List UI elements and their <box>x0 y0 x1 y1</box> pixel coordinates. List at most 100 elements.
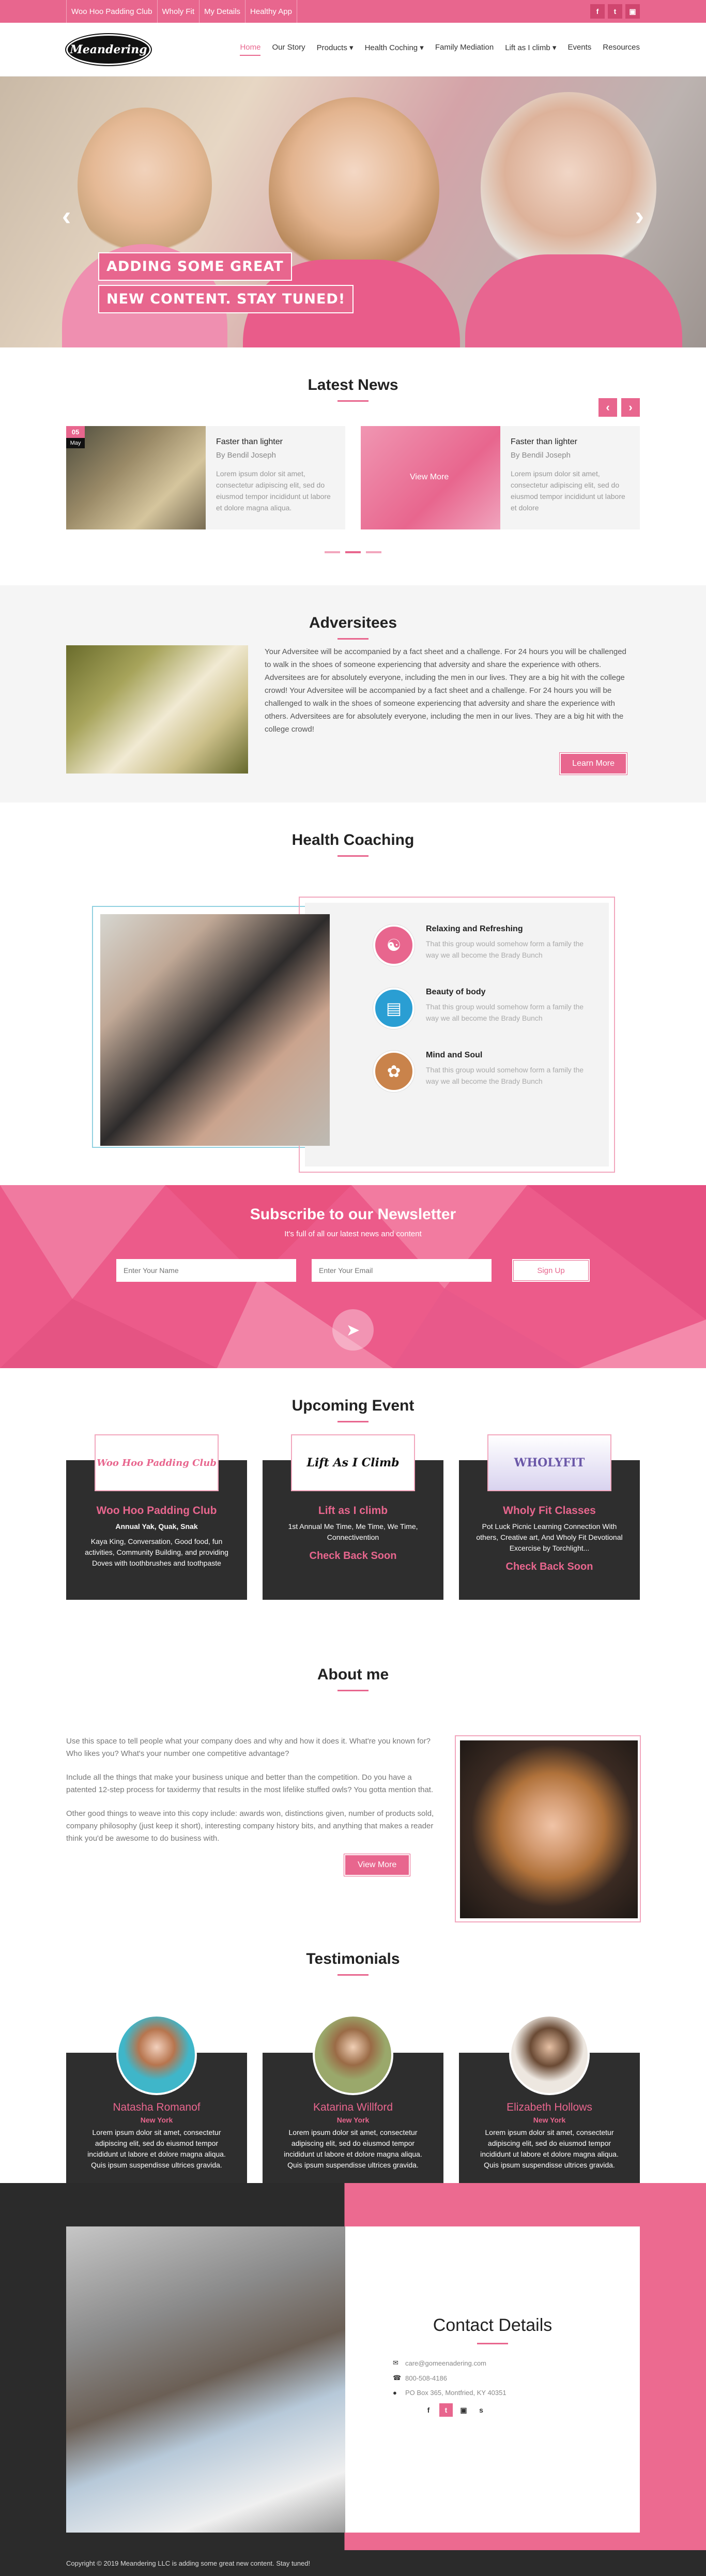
top-link-healthy-app[interactable]: Healthy App <box>245 0 297 23</box>
adversitees-section: Adversitees Your Adversitee will be acco… <box>0 585 706 802</box>
title-underline <box>337 638 369 640</box>
news-image[interactable]: View More <box>361 426 500 529</box>
news-card[interactable]: View More Faster than lighter By Bendil … <box>361 426 640 529</box>
skype-icon[interactable]: s <box>474 2403 488 2417</box>
meditation-icon: ☯ <box>373 925 415 966</box>
contact-phone[interactable]: 800-508-4186 <box>405 2374 447 2382</box>
about-section: About me Use this space to tell people w… <box>0 1637 706 1922</box>
event-card[interactable]: WHOLYFIT Wholy Fit Classes Pot Luck Picn… <box>459 1434 640 1600</box>
testimonial-text: Lorem ipsum dolor sit amet, consectetur … <box>480 2128 619 2169</box>
phone-icon: ☎ <box>393 2374 402 2382</box>
about-title: About me <box>317 1666 389 1683</box>
top-link-woo-hoo[interactable]: Woo Hoo Padding Club <box>66 0 158 23</box>
testimonial-cards: Natasha Romanof New York Lorem ipsum dol… <box>66 2014 640 2186</box>
scale-icon: ▤ <box>373 988 415 1029</box>
health-coaching-title: Health Coaching <box>291 831 415 848</box>
sign-up-button[interactable]: Sign Up <box>512 1259 590 1282</box>
view-more-button[interactable]: View More <box>344 1854 410 1876</box>
event-card[interactable]: Lift As I Climb Lift as I climb 1st Annu… <box>263 1434 443 1600</box>
newsletter-section: Subscribe to our Newsletter It's full of… <box>0 1185 706 1368</box>
hero-slider: ‹ › ADDING SOME GREAT NEW CONTENT. STAY … <box>0 77 706 347</box>
latest-news-section: Latest News ‹ › 05 May Faster than light… <box>0 347 706 585</box>
pagination-dot[interactable] <box>325 551 340 553</box>
top-link-my-details[interactable]: My Details <box>199 0 246 23</box>
twitter-icon[interactable]: t <box>439 2403 453 2417</box>
contact-email[interactable]: care@gomeenadering.com <box>405 2359 486 2367</box>
facebook-icon[interactable]: f <box>422 2403 435 2417</box>
news-carousel-controls: ‹ › <box>598 398 640 417</box>
title-underline <box>337 1690 369 1691</box>
health-coaching-photo <box>100 914 330 1146</box>
testimonial-card: Katarina Willford New York Lorem ipsum d… <box>263 2014 443 2186</box>
testimonials-title: Testimonials <box>306 1950 400 1967</box>
hero-prev-arrow-icon[interactable]: ‹ <box>62 201 71 232</box>
site-logo[interactable]: Meandering <box>66 34 151 65</box>
testimonials-section: Testimonials Natasha Romanof New York Lo… <box>0 1921 706 2186</box>
news-day: 05 <box>66 426 85 438</box>
menu-item-home[interactable]: Home <box>240 43 261 56</box>
health-coaching-items: ☯ Relaxing and Refreshing That this grou… <box>373 925 586 1114</box>
adversitees-photo <box>66 645 248 774</box>
menu-item-lift-as-i-climb[interactable]: Lift as I climb ▾ <box>505 43 556 56</box>
adversitees-title: Adversitees <box>309 614 397 631</box>
facebook-icon[interactable]: f <box>590 4 605 19</box>
title-underline <box>337 400 369 402</box>
hero-shirt-3 <box>465 254 682 347</box>
name-input[interactable] <box>116 1259 296 1282</box>
menu-item-events[interactable]: Events <box>567 43 591 56</box>
newsletter-title: Subscribe to our Newsletter <box>250 1206 456 1223</box>
menu-item-our-story[interactable]: Our Story <box>272 43 305 56</box>
coaching-item-title: Relaxing and Refreshing <box>426 925 523 933</box>
menu-item-products[interactable]: Products ▾ <box>317 43 354 56</box>
news-text: Faster than lighter By Bendil Joseph Lor… <box>500 426 640 529</box>
newsletter-content: Subscribe to our Newsletter It's full of… <box>0 1185 706 1238</box>
news-title[interactable]: Faster than lighter <box>216 437 335 447</box>
contact-address-row: ● PO Box 365, Montfried, KY 40351 <box>393 2389 640 2397</box>
top-link-wholy-fit[interactable]: Wholy Fit <box>158 0 200 23</box>
title-underline <box>337 1421 369 1422</box>
news-cards: 05 May Faster than lighter By Bendil Jos… <box>66 426 640 529</box>
testimonial-card: Natasha Romanof New York Lorem ipsum dol… <box>66 2014 247 2186</box>
title-underline <box>337 855 369 857</box>
email-input[interactable] <box>312 1259 492 1282</box>
news-next-button[interactable]: › <box>621 398 640 417</box>
about-paragraph: Use this space to tell people what your … <box>66 1737 431 1758</box>
news-author: By Bendil Joseph <box>216 451 276 460</box>
coaching-item: ✿ Mind and Soul That this group would so… <box>373 1051 586 1092</box>
menu-item-health-coching[interactable]: Health Coching ▾ <box>365 43 424 56</box>
check-back-soon-link[interactable]: Check Back Soon <box>263 1550 443 1562</box>
event-description: 1st Annual Me Time, Me Time, We Time, Co… <box>288 1522 418 1541</box>
news-prev-button[interactable]: ‹ <box>598 398 617 417</box>
coaching-item-text: That this group would somehow form a fam… <box>426 1003 584 1022</box>
instagram-icon[interactable]: ▣ <box>457 2403 470 2417</box>
menu-item-family-mediation[interactable]: Family Mediation <box>435 43 494 56</box>
event-logo: Lift As I Climb <box>291 1434 415 1491</box>
news-title[interactable]: Faster than lighter <box>511 437 630 447</box>
newsletter-lead: It's full of all our latest news and con… <box>284 1230 422 1238</box>
news-view-more-link[interactable]: View More <box>410 473 449 482</box>
news-image[interactable]: 05 May <box>66 426 206 529</box>
paper-plane-icon: ➤ <box>332 1309 374 1351</box>
news-date-badge: 05 May <box>66 426 85 448</box>
menu-item-resources[interactable]: Resources <box>603 43 640 56</box>
hero-figure-girl <box>78 108 212 263</box>
contact-phone-row: ☎ 800-508-4186 <box>393 2374 640 2382</box>
pagination-dot-active[interactable] <box>345 551 361 553</box>
check-back-soon-link[interactable]: Check Back Soon <box>459 1561 640 1573</box>
news-pagination-dots <box>0 551 706 553</box>
avatar <box>116 2014 197 2095</box>
learn-more-button[interactable]: Learn More <box>560 753 627 775</box>
news-month: May <box>66 438 85 448</box>
testimonial-text: Lorem ipsum dolor sit amet, consectetur … <box>87 2128 226 2169</box>
pagination-dot[interactable] <box>366 551 381 553</box>
latest-news-title: Latest News <box>308 376 398 393</box>
coaching-item-text: That this group would somehow form a fam… <box>426 1066 584 1085</box>
news-excerpt: Lorem ipsum dolor sit amet, consectetur … <box>511 469 625 512</box>
twitter-icon[interactable]: t <box>608 4 622 19</box>
top-bar: Woo Hoo Padding Club Wholy Fit My Detail… <box>0 0 706 23</box>
hero-caption-line-2: NEW CONTENT. STAY TUNED! <box>98 285 354 313</box>
event-card[interactable]: Woo Hoo Padding Club Woo Hoo Padding Clu… <box>66 1434 247 1600</box>
hero-next-arrow-icon[interactable]: › <box>635 201 644 232</box>
news-card[interactable]: 05 May Faster than lighter By Bendil Jos… <box>66 426 345 529</box>
instagram-icon[interactable]: ▣ <box>625 4 640 19</box>
